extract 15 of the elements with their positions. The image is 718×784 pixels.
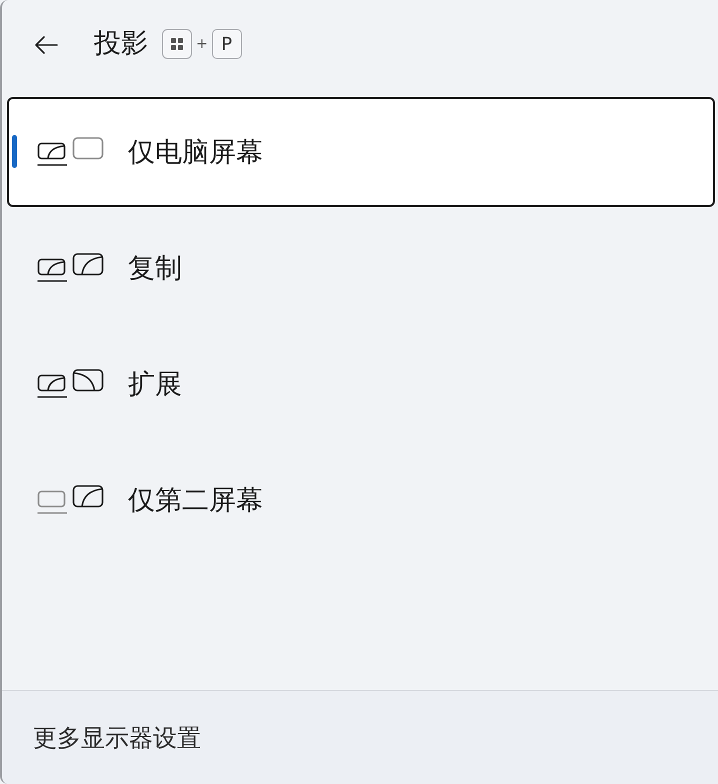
projection-option[interactable]: 仅第二屏幕 xyxy=(7,445,715,555)
laptop-monitor-icon xyxy=(37,369,104,399)
projection-option[interactable]: 扩展 xyxy=(7,329,715,439)
laptop-monitor-icon xyxy=(37,253,104,283)
more-display-settings-link[interactable]: 更多显示器设置 xyxy=(33,722,201,754)
windows-key-icon xyxy=(162,29,192,59)
laptop-monitor-icon xyxy=(37,485,104,515)
back-icon xyxy=(34,35,58,55)
projection-option[interactable]: 复制 xyxy=(7,213,715,323)
panel-title: 投影 xyxy=(94,28,148,60)
projection-option[interactable]: 仅电脑屏幕 xyxy=(7,97,715,207)
laptop-monitor-icon xyxy=(37,137,104,167)
shortcut-key: P xyxy=(212,29,242,59)
plus-sign: + xyxy=(196,36,208,52)
selection-indicator xyxy=(12,135,17,168)
